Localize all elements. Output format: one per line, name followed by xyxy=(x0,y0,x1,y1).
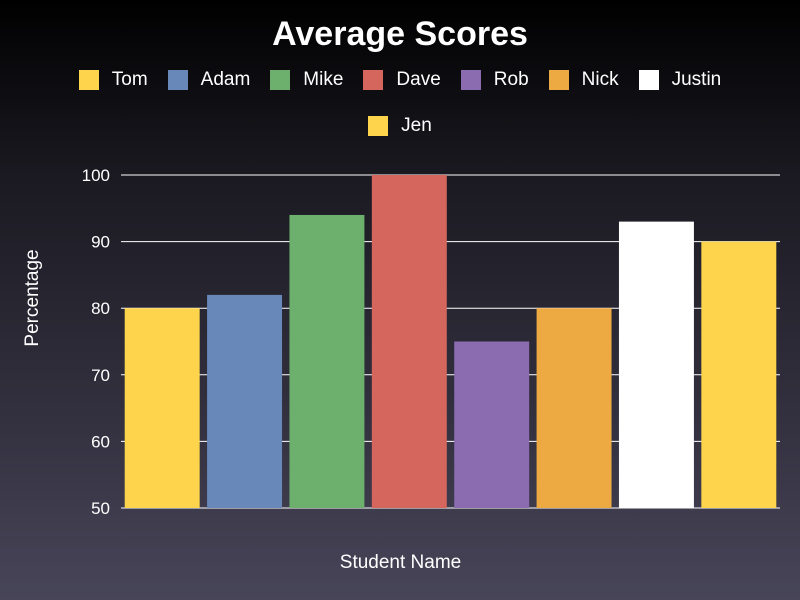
y-tick-label: 70 xyxy=(91,366,110,385)
y-tick-label: 80 xyxy=(91,299,110,318)
bar-mike xyxy=(289,214,365,508)
bar-jen xyxy=(701,241,777,508)
y-tick-label: 90 xyxy=(91,233,110,252)
bar-justin xyxy=(618,221,694,508)
bar-tom xyxy=(124,308,200,508)
bar-rob xyxy=(454,341,530,508)
y-tick-label: 60 xyxy=(91,432,110,451)
plot-area: 50 60 70 80 90 100 xyxy=(82,166,780,518)
bar-nick xyxy=(536,308,612,508)
bar-adam xyxy=(207,294,283,508)
y-tick-label: 100 xyxy=(82,166,110,185)
y-tick-label: 50 xyxy=(91,499,110,518)
bar-dave xyxy=(371,175,447,508)
